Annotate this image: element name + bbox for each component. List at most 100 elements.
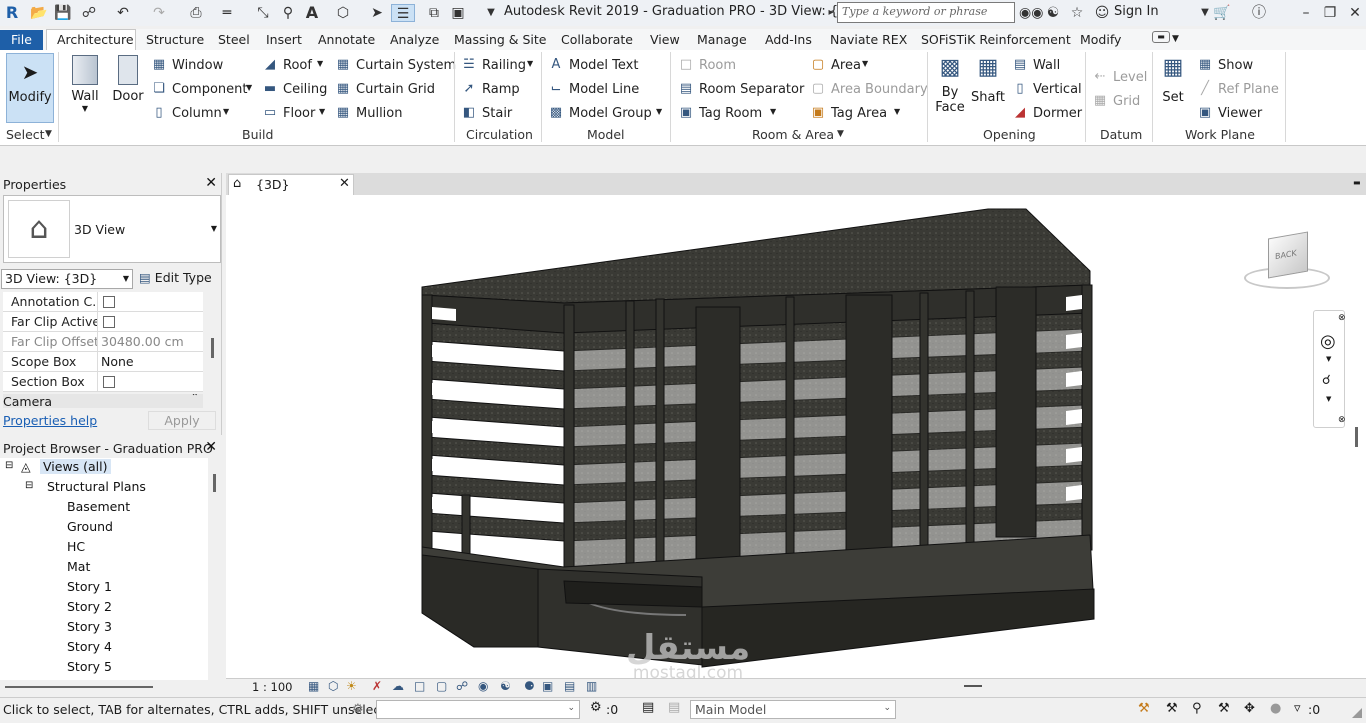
measure-icon[interactable]: ═	[218, 4, 236, 22]
tree-node-plan[interactable]: Basement	[67, 499, 130, 514]
tab-massing-site[interactable]: Massing & Site	[454, 32, 547, 47]
door-button[interactable]: Door	[108, 55, 148, 104]
railing-dropdown-icon[interactable]: ▼	[527, 59, 533, 68]
shadows-icon[interactable]: ✗	[372, 679, 382, 693]
tab-analyze[interactable]: Analyze	[390, 32, 439, 47]
scope-box-value[interactable]: None	[97, 352, 203, 372]
close-hidden-windows-icon[interactable]: ⧉	[425, 4, 443, 22]
3d-viewport[interactable]: BACK ⊗ ◎ ▼ ☌ ▼ ⊗ مستقل mostaql.com	[226, 195, 1366, 682]
design-options-icon[interactable]: ▤	[642, 700, 654, 715]
wall-button[interactable]: Wall ▼	[64, 55, 106, 113]
window-button[interactable]: Window	[172, 58, 223, 73]
shaft-button[interactable]: ▦ Shaft	[970, 55, 1006, 105]
tree-node-plan[interactable]: Story 4	[67, 639, 112, 654]
aligned-dimension-icon[interactable]: ⤡	[254, 4, 272, 22]
select-by-face-icon[interactable]: ⚒	[1218, 701, 1230, 716]
save-icon[interactable]: 💾	[54, 4, 72, 22]
tab-architecture[interactable]: Architecture	[57, 32, 134, 47]
print-icon[interactable]: ⎙	[187, 4, 205, 22]
curtain-system-button[interactable]: Curtain System	[356, 58, 456, 73]
curtain-grid-button[interactable]: Curtain Grid	[356, 82, 435, 97]
select-dropdown-icon[interactable]: ▼	[45, 129, 52, 139]
text-icon[interactable]: A	[303, 4, 321, 22]
resize-grip-icon[interactable]	[1352, 708, 1362, 718]
temporary-hide-icon[interactable]: ◉	[478, 679, 488, 693]
stair-button[interactable]: Stair	[482, 106, 512, 121]
tab-view[interactable]: View	[650, 32, 680, 47]
rendering-icon[interactable]: ☁	[392, 679, 404, 693]
viewcube[interactable]: BACK	[1242, 231, 1334, 295]
tag-icon[interactable]: ⚲	[279, 4, 297, 22]
tree-node-plan[interactable]: Mat	[67, 559, 90, 574]
keyword-search-input[interactable]: Type a keyword or phrase	[837, 2, 1015, 23]
favorites-star-icon[interactable]: ☆	[1068, 4, 1086, 22]
room-button[interactable]: Room	[699, 58, 736, 73]
minimize-icon[interactable]: –	[1297, 4, 1315, 22]
column-button[interactable]: Column	[172, 106, 222, 121]
room-area-dropdown-icon[interactable]: ▼	[837, 129, 844, 139]
temporary-properties-icon[interactable]: ▣	[542, 679, 553, 693]
mullion-button[interactable]: Mullion	[356, 106, 402, 121]
type-dropdown-icon[interactable]: ▼	[211, 224, 217, 233]
wall-opening-button[interactable]: Wall	[1033, 58, 1060, 73]
lock-3d-view-icon[interactable]: ☍	[456, 679, 468, 693]
floor-button[interactable]: Floor	[283, 106, 315, 121]
model-text-button[interactable]: Model Text	[569, 58, 638, 73]
tree-node-plan[interactable]: Story 2	[67, 599, 112, 614]
tag-room-button[interactable]: Tag Room	[699, 106, 762, 121]
close-window-icon[interactable]: ✕	[1346, 4, 1364, 22]
view-scale[interactable]: 1 : 100	[252, 680, 292, 694]
modify-button[interactable]: ➤ Modify	[6, 53, 54, 123]
tree-node-plan[interactable]: Ground	[67, 519, 113, 534]
select-panel-title[interactable]: Select	[6, 127, 45, 142]
collapse-structural-plans-icon[interactable]: ⊟	[25, 480, 33, 491]
properties-close-icon[interactable]: ✕	[205, 175, 217, 191]
steering-wheel-dropdown-icon[interactable]: ▼	[1326, 355, 1331, 363]
ceiling-button[interactable]: Ceiling	[283, 82, 327, 97]
section-box-checkbox[interactable]	[103, 376, 115, 388]
exclude-options-icon[interactable]: ▤	[668, 700, 680, 715]
collapse-group-icon[interactable]: ⌃	[191, 394, 199, 403]
tree-node-plan[interactable]: Story 5	[67, 659, 112, 674]
component-button[interactable]: Component	[172, 82, 247, 97]
view-tab-close-icon[interactable]: ✕	[339, 176, 350, 191]
grid-button[interactable]: Grid	[1113, 94, 1140, 109]
model-line-button[interactable]: Model Line	[569, 82, 639, 97]
help-icon[interactable]: ⓘ	[1250, 4, 1268, 22]
tab-manage[interactable]: Manage	[697, 32, 747, 47]
show-crop-icon[interactable]: ▢	[436, 679, 447, 693]
roof-button[interactable]: Roof	[283, 58, 312, 73]
model-group-dropdown-icon[interactable]: ▼	[656, 107, 662, 116]
viewport-scrollbar[interactable]	[1355, 427, 1358, 447]
view-tab-3d[interactable]: ⌂ {3D} ✕	[228, 174, 354, 195]
area-dropdown-icon[interactable]: ▼	[862, 59, 868, 68]
detail-level-icon[interactable]: ▦	[308, 679, 319, 693]
properties-scrollbar[interactable]	[211, 338, 214, 358]
instance-filter-select[interactable]: 3D View: {3D} ▼	[1, 269, 133, 289]
floor-dropdown-icon[interactable]: ▼	[319, 107, 325, 116]
user-icon[interactable]: ☺	[1093, 4, 1111, 22]
nav-bar-close-icon[interactable]: ⊗	[1338, 313, 1346, 323]
viewcube-face[interactable]: BACK	[1268, 231, 1308, 279]
subscription-icon[interactable]: ☯	[1044, 4, 1062, 22]
type-selector[interactable]: ⌂ 3D View ▼	[3, 195, 221, 263]
sign-in-link[interactable]: Sign In	[1114, 4, 1159, 19]
app-store-cart-icon[interactable]: 🛒	[1213, 4, 1231, 22]
sign-in-dropdown-icon[interactable]: ▼	[1196, 4, 1214, 22]
ribbon-display-toggle-icon[interactable]: ▬	[1152, 31, 1170, 43]
select-pinned-icon[interactable]: ⚲	[1192, 701, 1202, 716]
nav-bar-options-icon[interactable]: ⊗	[1338, 415, 1346, 425]
sun-path-icon[interactable]: ☀	[346, 679, 357, 693]
tag-area-button[interactable]: Tag Area	[831, 106, 887, 121]
area-boundary-button[interactable]: Area Boundary	[831, 82, 928, 97]
column-dropdown-icon[interactable]: ▼	[223, 107, 229, 116]
revit-logo-icon[interactable]: R	[3, 4, 21, 22]
set-workplane-button[interactable]: ▦ Set	[1155, 55, 1191, 105]
qat-dropdown-icon[interactable]: ▼	[482, 4, 500, 22]
tree-node-plan[interactable]: HC	[67, 539, 85, 554]
component-dropdown-icon[interactable]: ▼	[246, 83, 252, 92]
worksets-icon[interactable]: ⚙	[352, 702, 364, 717]
room-separator-button[interactable]: Room Separator	[699, 82, 804, 97]
tab-add-ins[interactable]: Add-Ins	[765, 32, 812, 47]
steering-wheel-icon[interactable]: ◎	[1320, 331, 1336, 352]
